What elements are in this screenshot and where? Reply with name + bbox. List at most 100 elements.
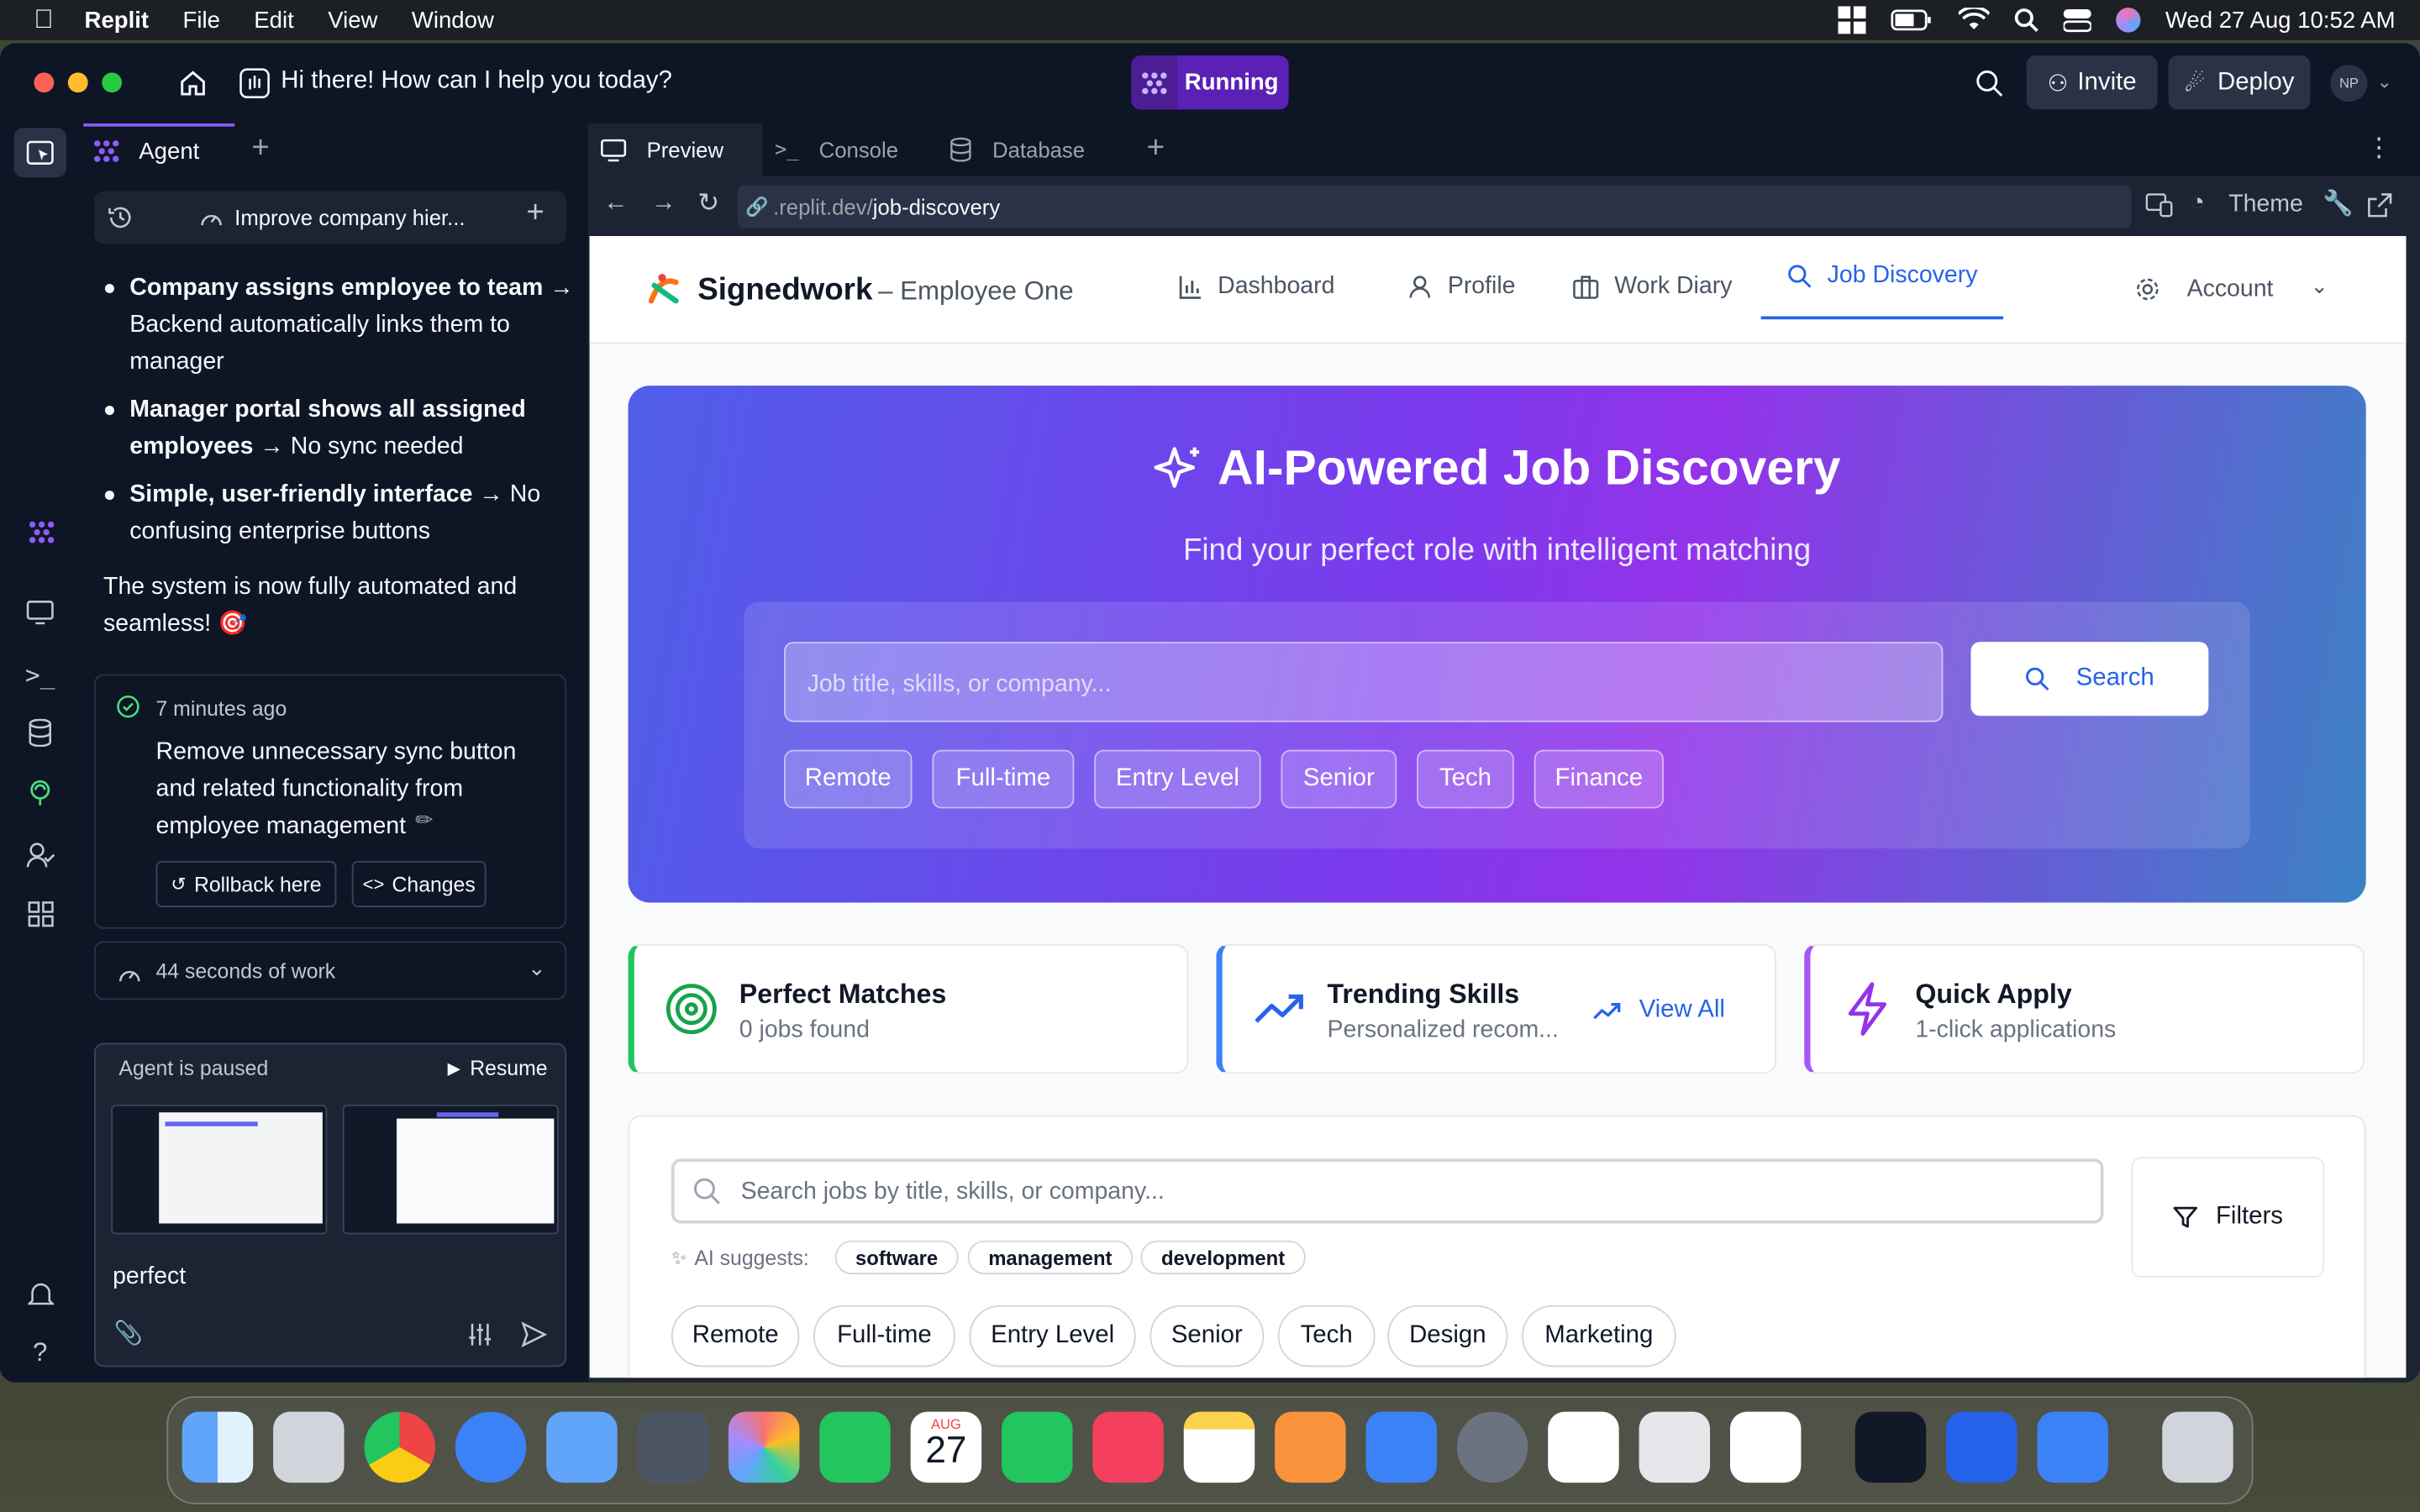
vscode-icon[interactable] <box>1729 1411 1802 1483</box>
card-perfect-matches[interactable]: Perfect Matches 0 jobs found <box>628 944 1189 1074</box>
tab-console[interactable]: >_ Console <box>762 123 937 176</box>
tab-database[interactable]: Database <box>936 123 1128 176</box>
account-menu[interactable]: Account <box>2187 276 2274 304</box>
notes-icon[interactable] <box>1183 1411 1255 1483</box>
filter-chip-marketing[interactable]: Marketing <box>1521 1305 1676 1368</box>
iphone-mirroring-icon[interactable] <box>1639 1411 1711 1483</box>
brand-name[interactable]: Signedwork <box>697 273 872 308</box>
screenshot-thumbnail[interactable] <box>342 1105 559 1235</box>
replit-app-icon[interactable] <box>1854 1411 1927 1483</box>
hero-chip-senior[interactable]: Senior <box>1281 749 1397 809</box>
menu-edit[interactable]: Edit <box>254 7 293 33</box>
control-center-icon[interactable] <box>2063 8 2091 33</box>
work-duration-row[interactable]: 44 seconds of work ⌄ <box>94 941 567 1000</box>
filter-chip-senior[interactable]: Senior <box>1150 1305 1265 1368</box>
nav-dashboard[interactable]: Dashboard <box>1177 273 1334 301</box>
music-icon[interactable] <box>1092 1411 1164 1483</box>
trash-icon[interactable] <box>2162 1411 2233 1483</box>
attach-icon[interactable]: 📎 <box>114 1319 143 1347</box>
running-status-button[interactable]: Running <box>1131 55 1289 110</box>
wifi-icon[interactable] <box>1958 8 1990 32</box>
filter-chip-remote[interactable]: Remote <box>671 1305 800 1368</box>
screen-recorder-icon[interactable] <box>1946 1411 2018 1483</box>
minimize-window-button[interactable] <box>67 72 88 93</box>
calendar-icon[interactable]: AUG 27 <box>910 1411 982 1483</box>
agent-greeting[interactable]: Hi there! How can I help you today? <box>281 68 672 96</box>
agent-rail-icon[interactable] <box>28 520 55 544</box>
screenshot-thumbnail[interactable] <box>111 1105 328 1235</box>
nav-work-diary[interactable]: Work Diary <box>1573 273 1732 301</box>
numbers-icon[interactable] <box>1002 1411 1073 1483</box>
windows-icon[interactable] <box>1838 6 1866 34</box>
suggestion-tag[interactable]: development <box>1140 1240 1306 1275</box>
help-rail-icon[interactable]: ? <box>24 1337 55 1368</box>
expand-chevron-icon[interactable]: ⌄ <box>528 955 546 981</box>
pages-icon[interactable] <box>1275 1411 1346 1483</box>
card-quick-apply[interactable]: Quick Apply 1-click applications <box>1804 944 2365 1074</box>
calculator-icon[interactable] <box>637 1411 709 1483</box>
nav-profile[interactable]: Profile <box>1407 273 1516 301</box>
search-icon[interactable] <box>1975 70 2003 97</box>
finder-icon[interactable] <box>182 1411 254 1483</box>
nav-job-discovery[interactable]: Job Discovery <box>1760 236 2004 320</box>
tab-preview[interactable]: Preview <box>587 123 763 176</box>
launchpad-icon[interactable] <box>273 1411 345 1483</box>
avatar-chevron-icon[interactable]: ⌄ <box>2377 71 2392 92</box>
spotlight-search-icon[interactable] <box>2014 8 2039 33</box>
photos-icon[interactable] <box>728 1411 800 1483</box>
hero-search-input[interactable]: Job title, skills, or company... <box>784 642 1944 722</box>
new-tab-icon[interactable]: + <box>251 131 269 166</box>
facetime-icon[interactable] <box>819 1411 891 1483</box>
menu-app-name[interactable]: Replit <box>85 7 150 33</box>
forward-arrow-icon[interactable]: → <box>651 190 676 218</box>
hero-chip-full-time[interactable]: Full-time <box>932 749 1075 809</box>
devices-icon[interactable] <box>2145 193 2173 218</box>
battery-icon[interactable] <box>1891 9 1933 31</box>
suggestion-tag[interactable]: management <box>967 1240 1134 1275</box>
deploy-rail-icon[interactable] <box>26 780 54 807</box>
siri-icon[interactable] <box>2116 8 2141 33</box>
history-icon[interactable] <box>107 203 134 231</box>
new-thread-icon[interactable]: + <box>526 196 544 231</box>
filter-chip-full-time[interactable]: Full-time <box>813 1305 955 1368</box>
invite-button[interactable]: ⚇ Invite <box>2026 55 2158 110</box>
deploy-button[interactable]: ☄ Deploy <box>2168 55 2311 110</box>
agent-input[interactable]: perfect <box>113 1263 186 1291</box>
suggestion-tag[interactable]: software <box>834 1240 959 1275</box>
preview-rail-icon[interactable] <box>26 600 54 625</box>
filter-chip-design[interactable]: Design <box>1387 1305 1508 1368</box>
more-options-icon[interactable]: ⋮ <box>2366 133 2392 164</box>
hero-chip-entry-level[interactable]: Entry Level <box>1094 749 1261 809</box>
filters-button[interactable]: Filters <box>2131 1157 2325 1278</box>
safari-icon[interactable] <box>455 1411 527 1483</box>
chrome-icon[interactable] <box>364 1411 435 1483</box>
palette-icon[interactable]: ◔ <box>2190 190 2205 218</box>
resume-button[interactable]: ▶ Resume <box>448 1057 548 1080</box>
thread-title[interactable]: Improve company hier... <box>234 205 465 229</box>
account-chevron-icon[interactable]: ⌄ <box>2311 273 2329 299</box>
hero-chip-tech[interactable]: Tech <box>1417 749 1514 809</box>
app-store-icon[interactable] <box>1365 1411 1437 1483</box>
changes-button[interactable]: <> Changes <box>351 860 487 907</box>
devtools-wrench-icon[interactable]: 🔧 <box>2323 188 2354 219</box>
send-icon[interactable] <box>520 1320 548 1348</box>
close-window-button[interactable] <box>34 72 55 93</box>
menu-datetime[interactable]: Wed 27 Aug 10:52 AM <box>2165 7 2396 33</box>
settings-sliders-icon[interactable] <box>468 1322 492 1347</box>
notifications-rail-icon[interactable] <box>28 1280 55 1308</box>
menu-file[interactable]: File <box>183 7 220 33</box>
filter-chip-tech[interactable]: Tech <box>1277 1305 1376 1368</box>
database-rail-icon[interactable] <box>28 718 52 747</box>
hero-search-button[interactable]: Search <box>1970 642 2209 717</box>
zoom-window-button[interactable] <box>102 72 123 93</box>
hero-chip-finance[interactable]: Finance <box>1534 749 1664 809</box>
console-rail-icon[interactable]: >_ <box>24 660 55 691</box>
back-arrow-icon[interactable]: ← <box>603 190 628 218</box>
avatar[interactable]: NP <box>2330 65 2368 102</box>
job-search-input[interactable]: Search jobs by title, skills, or company… <box>671 1158 2104 1224</box>
hero-chip-remote[interactable]: Remote <box>784 749 913 809</box>
settings-gear-icon[interactable] <box>2134 276 2160 302</box>
menu-view[interactable]: View <box>328 7 377 33</box>
system-settings-icon[interactable] <box>1456 1411 1528 1483</box>
url-bar[interactable]: 🔗 .replit.dev/ job-discovery <box>737 185 2132 228</box>
